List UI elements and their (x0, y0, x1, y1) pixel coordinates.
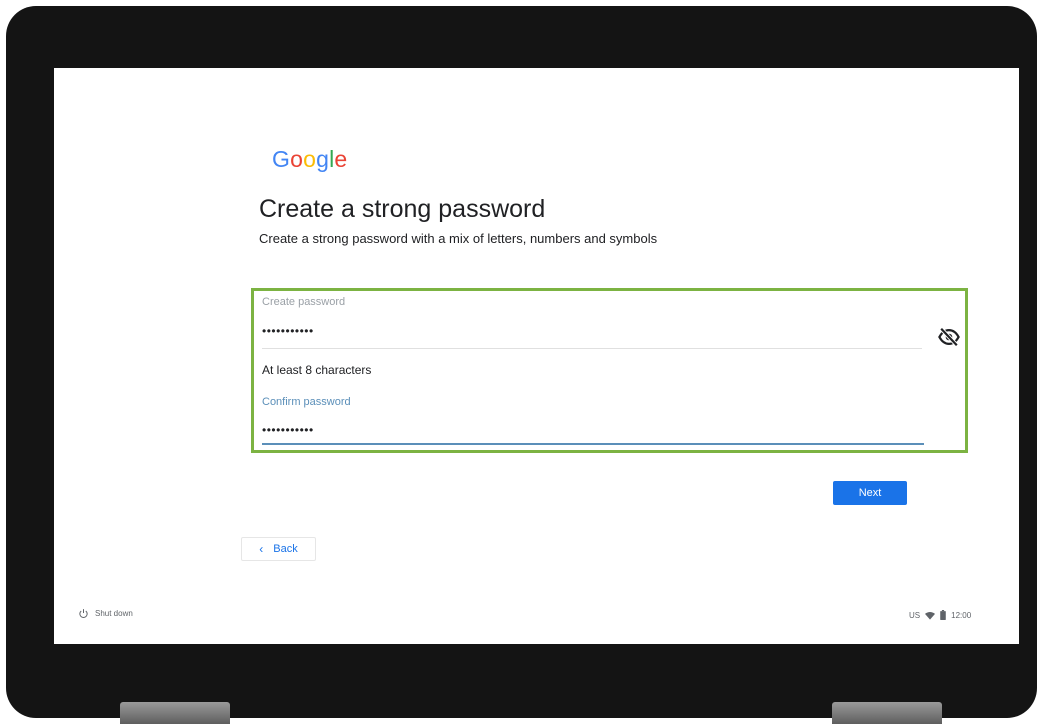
status-tray[interactable]: US 12:00 (909, 610, 971, 620)
password-helper-text: At least 8 characters (262, 363, 372, 377)
logo-letter: e (334, 146, 348, 172)
shut-down-label: Shut down (95, 609, 133, 618)
create-password-input[interactable]: ••••••••••• (262, 324, 314, 338)
logo-letter: o (290, 146, 304, 172)
back-button-label: Back (273, 543, 298, 555)
hinge-right (832, 702, 942, 724)
hinge-left (120, 702, 230, 724)
create-password-label: Create password (262, 296, 346, 308)
wifi-icon (925, 611, 936, 620)
keyboard-layout: US (909, 610, 921, 620)
page-subtitle: Create a strong password with a mix of l… (259, 231, 658, 246)
clock: 12:00 (951, 610, 972, 620)
confirm-password-input[interactable]: ••••••••••• (262, 423, 314, 437)
confirm-password-label: Confirm password (262, 396, 351, 408)
chevron-left-icon: ‹ (259, 542, 264, 556)
logo-letter: o (303, 146, 317, 172)
next-button[interactable]: Next (833, 481, 907, 505)
eye-off-icon[interactable] (938, 326, 960, 348)
power-icon (79, 609, 88, 619)
battery-icon (940, 610, 946, 620)
logo-letter: g (316, 146, 330, 172)
logo-letter: G (272, 146, 291, 172)
password-form-highlight: Create password ••••••••••• At least 8 c… (251, 288, 968, 453)
screen: Google Create a strong password Create a… (54, 68, 1019, 644)
create-password-underline (262, 348, 922, 349)
device-frame: Google Create a strong password Create a… (6, 6, 1037, 718)
back-button[interactable]: ‹ Back (241, 537, 316, 561)
confirm-password-underline (262, 443, 924, 445)
page-title: Create a strong password (259, 195, 546, 223)
google-logo: Google (272, 146, 347, 173)
shut-down-button[interactable]: Shut down (78, 608, 133, 619)
